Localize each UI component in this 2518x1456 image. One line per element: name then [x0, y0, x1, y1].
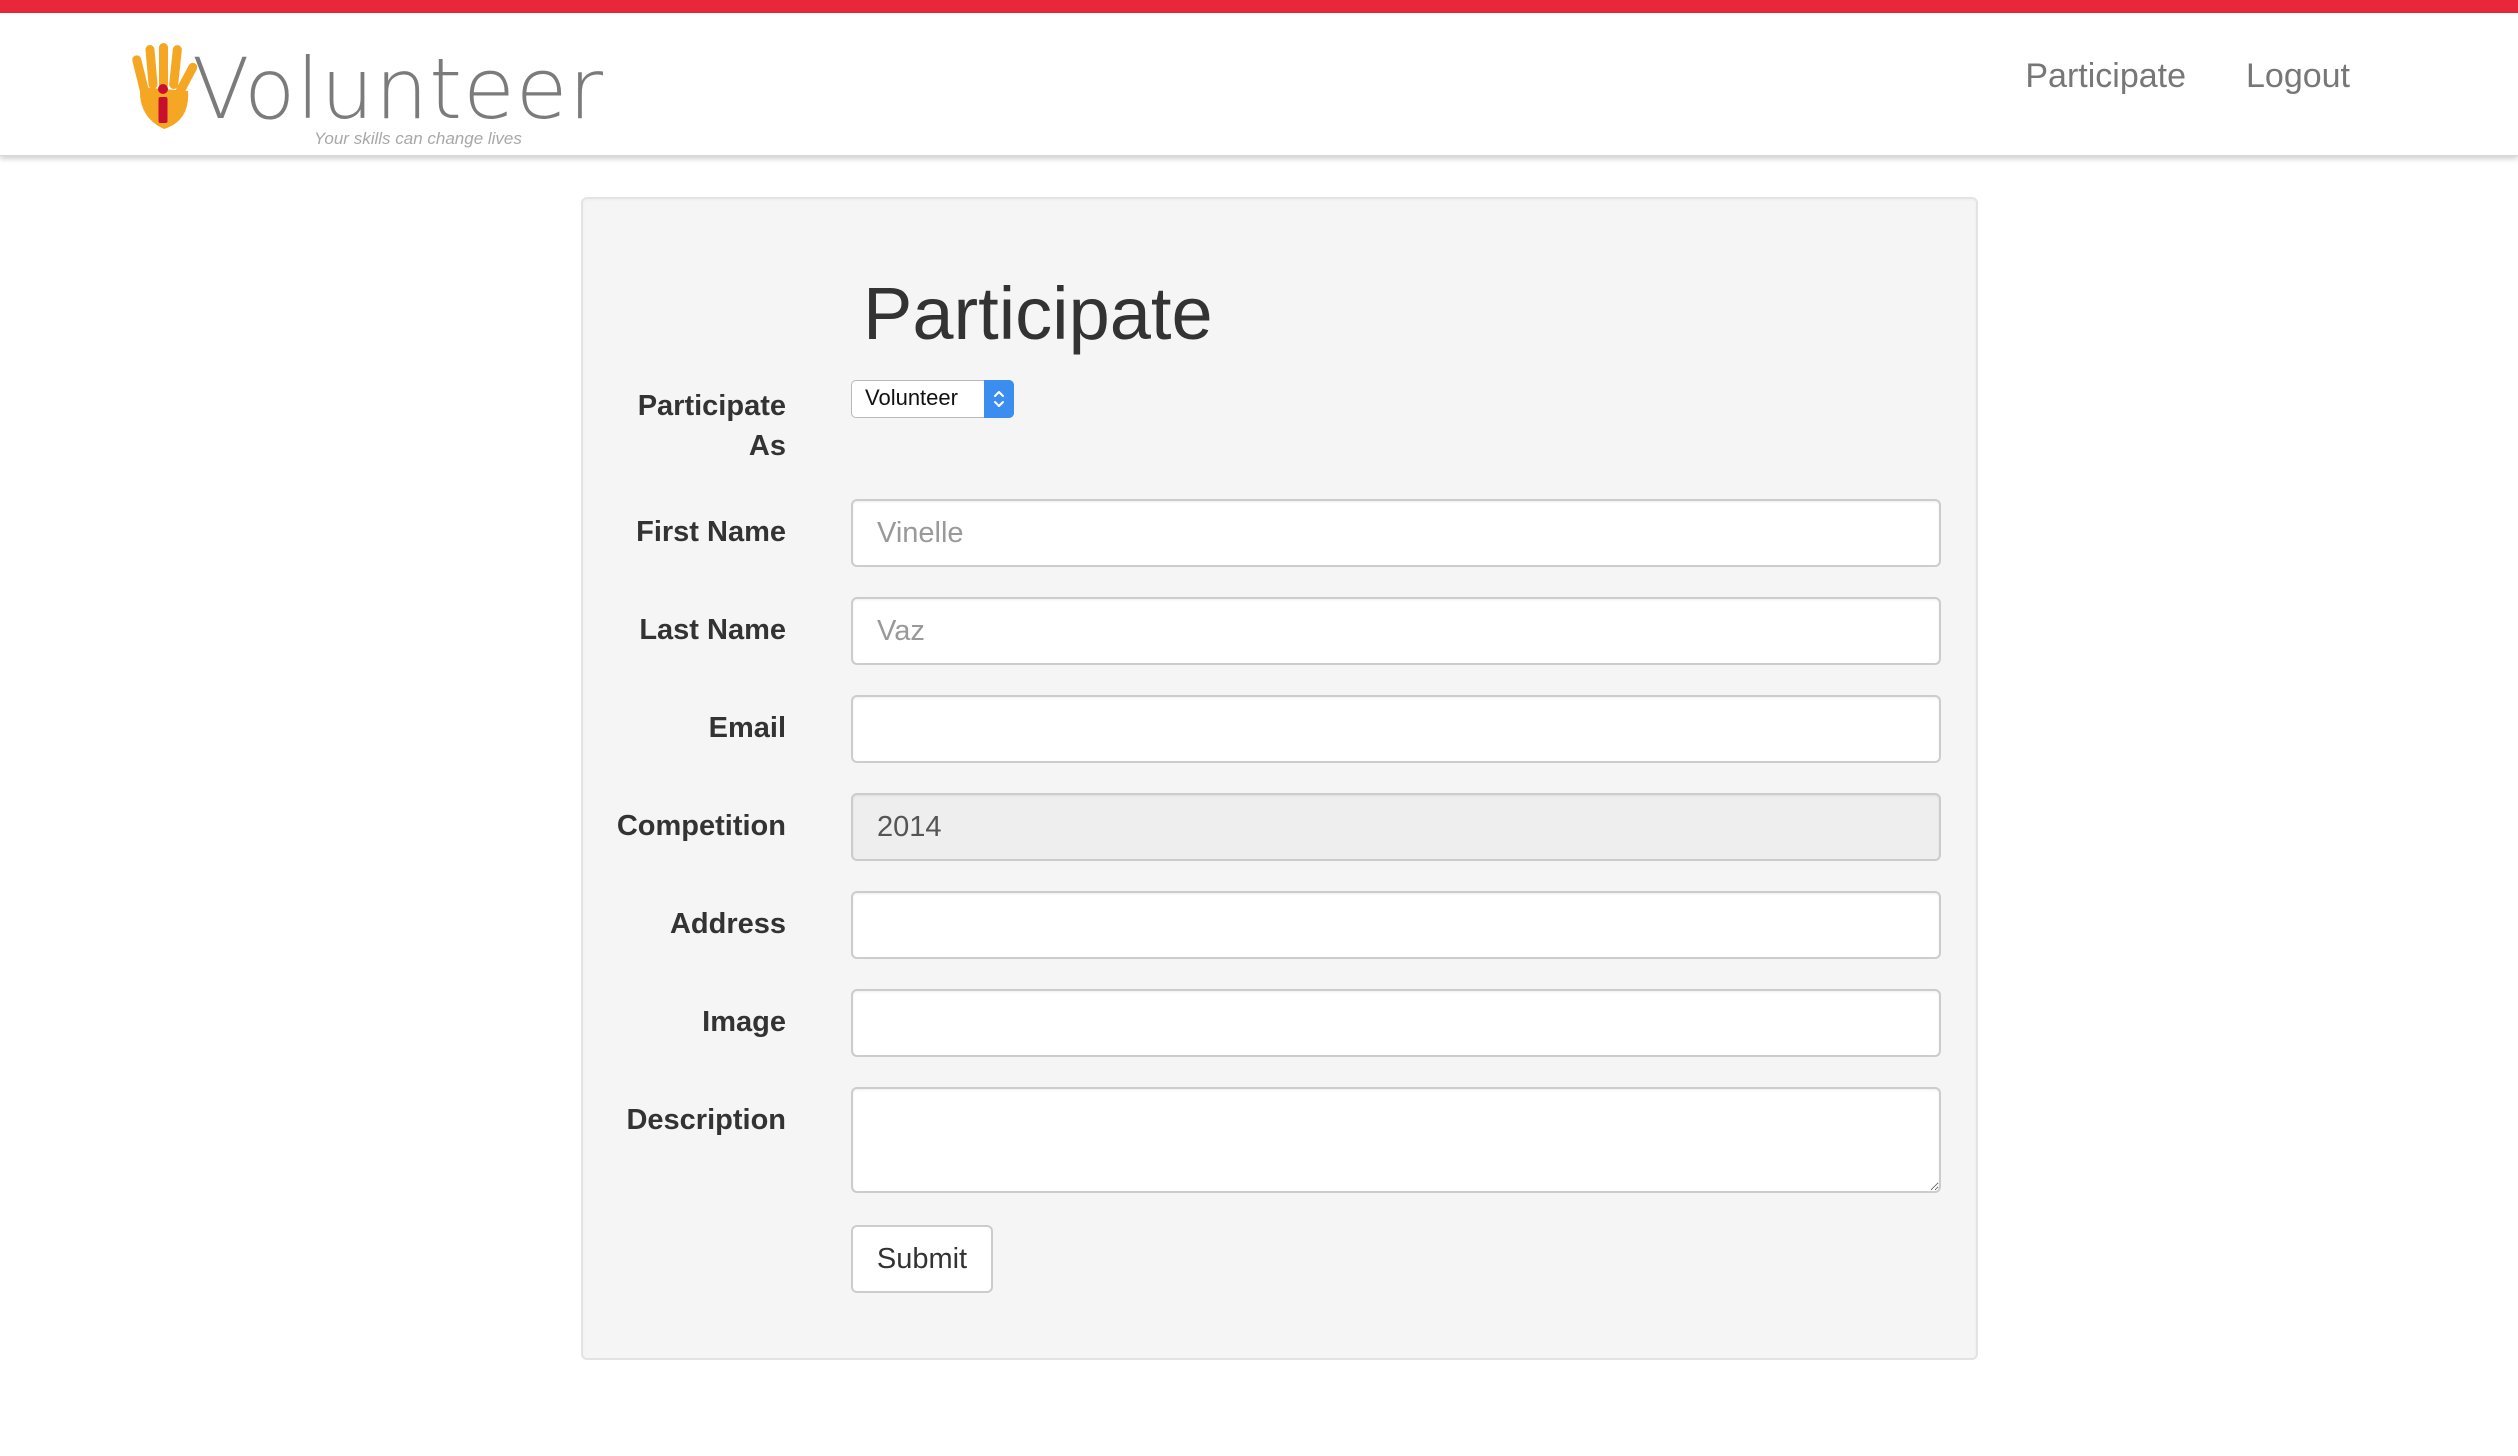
address-label: Address	[669, 908, 786, 940]
email-input[interactable]	[851, 695, 1941, 763]
competition-label: Competition	[616, 810, 786, 842]
participate-as-label-line1: Participate	[637, 390, 786, 422]
competition-input	[851, 793, 1941, 861]
select-updown-icon	[984, 380, 1014, 418]
brand-tagline: Your skills can change lives	[314, 129, 522, 148]
page-title: Participate	[863, 272, 1213, 355]
i-letter-mark	[158, 84, 168, 123]
description-label: Description	[626, 1104, 786, 1136]
address-input[interactable]	[851, 891, 1941, 959]
last-name-input[interactable]	[851, 597, 1941, 665]
image-input[interactable]	[851, 989, 1941, 1057]
nav-logout-link[interactable]: Logout	[2246, 59, 2350, 93]
navbar: Volunteer Your skills can change lives P…	[0, 13, 2518, 156]
participate-as-label-line2: As	[748, 430, 786, 462]
brand-wordmark: Volunteer	[192, 40, 604, 138]
hand-icon	[130, 43, 200, 133]
first-name-input[interactable]	[851, 499, 1941, 567]
nav-participate-link[interactable]: Participate	[2025, 59, 2186, 93]
image-label: Image	[702, 1006, 786, 1038]
participate-as-select[interactable]: Volunteer	[851, 380, 1014, 418]
submit-button[interactable]: Submit	[851, 1225, 993, 1293]
brand-logo[interactable]: Volunteer Your skills can change lives	[130, 29, 603, 155]
first-name-label: First Name	[636, 516, 786, 548]
email-label: Email	[708, 712, 786, 744]
top-accent-stripe	[0, 0, 2518, 13]
participate-as-selected-value: Volunteer	[865, 385, 958, 410]
description-textarea[interactable]	[851, 1087, 1941, 1193]
top-nav: Participate Logout	[2025, 59, 2350, 93]
last-name-label: Last Name	[639, 614, 786, 646]
participate-as-label: Participate As	[638, 386, 786, 466]
participate-form-card: Participate Participate As Volunteer Fir…	[581, 197, 1978, 1360]
